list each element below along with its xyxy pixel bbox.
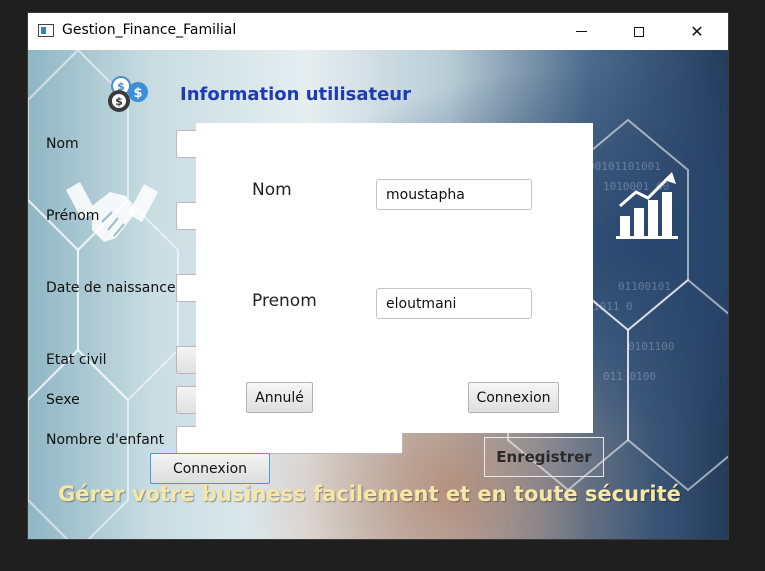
app-window: Gestion_Finance_Familial ✕ 00101101001 1… xyxy=(28,13,728,539)
enregistrer-button[interactable]: Enregistrer xyxy=(484,437,604,477)
svg-text:01100101: 01100101 xyxy=(618,280,671,293)
nombre-enfant-label: Nombre d'enfant xyxy=(46,432,165,448)
date-naissance-label: Date de naissance xyxy=(46,280,176,296)
dialog-nom-label: Nom xyxy=(252,180,292,200)
svg-text:$: $ xyxy=(133,86,142,101)
nom-label: Nom xyxy=(46,136,79,152)
bar-chart-icon xyxy=(616,172,678,239)
dialog-nom-input[interactable] xyxy=(376,179,532,210)
login-dialog: Nom Prenom Annulé Connexion xyxy=(196,123,593,433)
svg-text:0101100: 0101100 xyxy=(628,340,674,353)
slogan-text: Gérer votre business facilement et en to… xyxy=(58,482,681,506)
window-title: Gestion_Finance_Familial xyxy=(62,22,237,38)
close-button[interactable]: ✕ xyxy=(674,13,720,50)
app-icon xyxy=(38,24,54,37)
svg-text:$: $ xyxy=(115,95,123,108)
prenom-label: Prénom xyxy=(46,208,100,224)
dialog-prenom-label: Prenom xyxy=(252,291,317,311)
close-icon: ✕ xyxy=(690,22,704,41)
maximize-icon xyxy=(634,26,644,37)
form-title: Information utilisateur xyxy=(180,84,412,105)
maximize-button[interactable] xyxy=(616,13,662,50)
sexe-label: Sexe xyxy=(46,392,80,408)
etat-civil-label: Etat civil xyxy=(46,352,107,368)
main-content: 00101101001 1010001 00 01100101 1001011 … xyxy=(28,50,728,539)
dialog-cancel-button[interactable]: Annulé xyxy=(246,382,313,413)
dialog-prenom-input[interactable] xyxy=(376,288,532,319)
dialog-connexion-button[interactable]: Connexion xyxy=(468,382,559,413)
svg-text:011 0100: 011 0100 xyxy=(603,370,656,383)
minimize-button[interactable] xyxy=(558,13,604,50)
connexion-button[interactable]: Connexion xyxy=(150,453,270,484)
title-bar[interactable]: Gestion_Finance_Familial ✕ xyxy=(28,13,728,50)
coins-icon: $ $ $ xyxy=(108,76,148,112)
minimize-icon xyxy=(575,31,587,32)
